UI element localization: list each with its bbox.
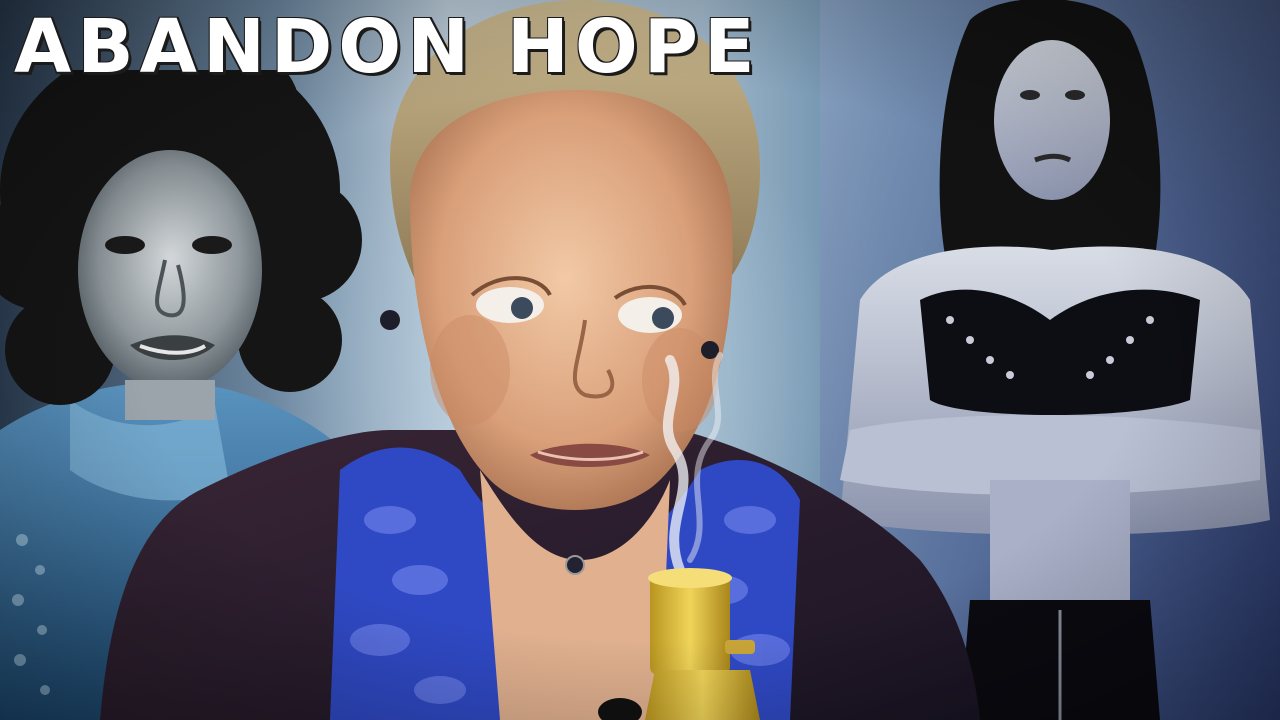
center-figure xyxy=(100,0,980,720)
headline-title: ABANDON HOPE xyxy=(14,4,761,90)
thumbnail-canvas: ABANDON HOPE xyxy=(0,0,1280,720)
